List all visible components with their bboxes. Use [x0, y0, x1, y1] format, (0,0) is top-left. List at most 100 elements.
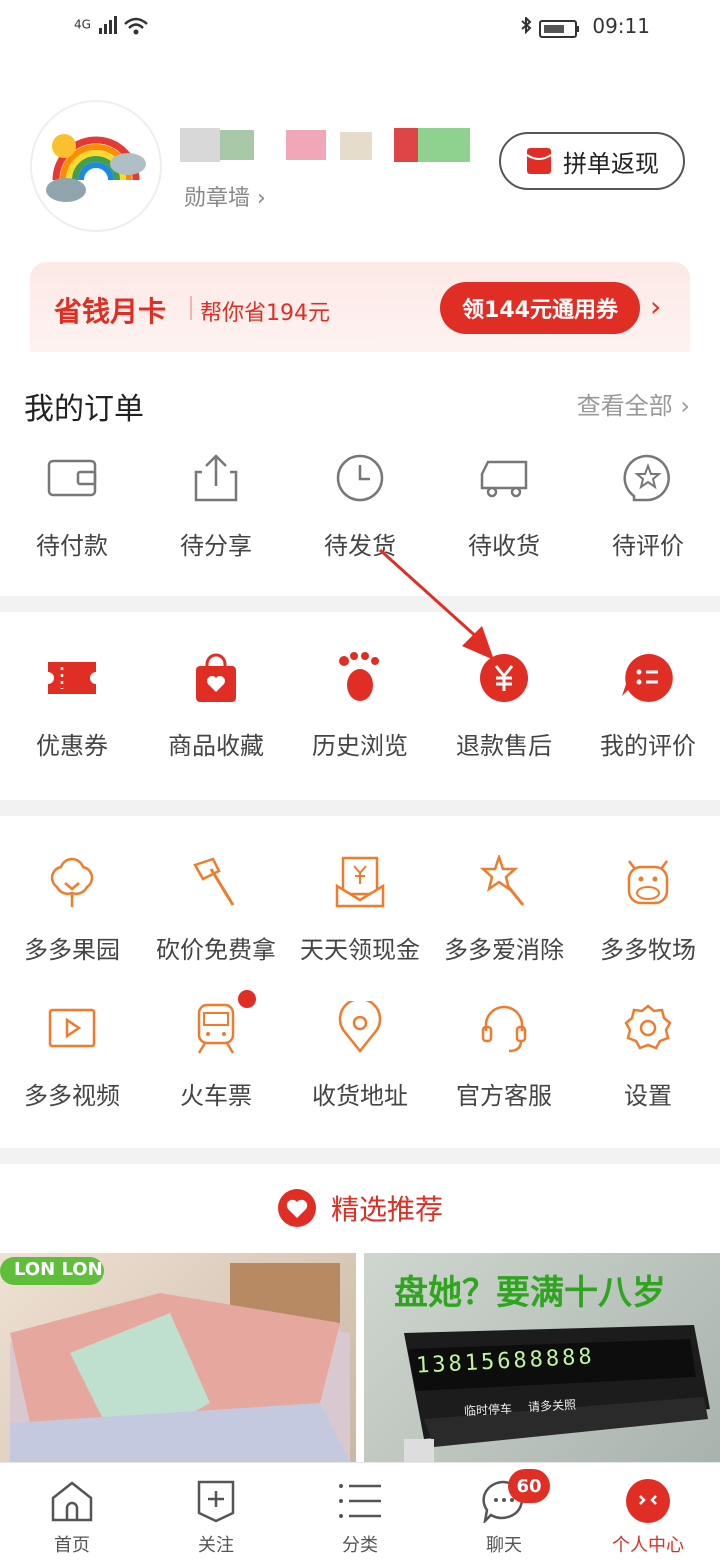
- category-icon: [336, 1477, 384, 1525]
- app-label: 多多视频: [24, 1082, 120, 1110]
- order-label: 待分享: [180, 532, 252, 560]
- wallet-icon: [42, 448, 102, 508]
- nav-label: 分类: [342, 1535, 378, 1556]
- tool-label: 历史浏览: [312, 732, 408, 760]
- truck-icon: [474, 448, 534, 508]
- chevron-right-icon: ›: [257, 186, 266, 211]
- nav-home[interactable]: 首页: [0, 1463, 144, 1560]
- tool-label: 优惠券: [36, 732, 108, 760]
- tool-my-reviews[interactable]: 我的评价: [576, 648, 720, 761]
- status-bar: 4G 09:11: [0, 0, 720, 56]
- nav-profile[interactable]: 个人中心: [576, 1463, 720, 1560]
- app-customer-service[interactable]: 官方客服: [432, 998, 576, 1111]
- apps-row-1: 多多果园 砍价免费拿 天天领现金 多多爱消除 多多牧场: [0, 852, 720, 965]
- view-all-orders-link[interactable]: 查看全部 ›: [577, 386, 690, 421]
- nav-label: 个人中心: [612, 1535, 684, 1556]
- order-pending-shipment[interactable]: 待发货: [288, 448, 432, 561]
- pindan-label: 拼单返现: [563, 149, 659, 178]
- clock-icon: [330, 448, 390, 508]
- app-ranch[interactable]: 多多牧场: [576, 852, 720, 965]
- order-label: 待付款: [36, 532, 108, 560]
- orders-title: 我的订单: [24, 392, 144, 427]
- order-pending-share[interactable]: 待分享: [144, 448, 288, 561]
- nav-category[interactable]: 分类: [288, 1463, 432, 1560]
- tool-label: 商品收藏: [168, 732, 264, 760]
- app-label: 多多爱消除: [444, 936, 564, 964]
- app-label: 天天领现金: [300, 936, 420, 964]
- app-video[interactable]: 多多视频: [0, 998, 144, 1111]
- avatar[interactable]: [30, 100, 162, 232]
- star-wand-icon: [474, 852, 534, 912]
- network-indicator: 4G: [74, 14, 151, 36]
- gear-icon: [618, 998, 678, 1058]
- location-icon: [330, 998, 390, 1058]
- badge-wall-link[interactable]: 勋章墙 ›: [184, 180, 266, 212]
- chevron-right-icon[interactable]: ›: [650, 290, 661, 323]
- chat-unread-badge: 60: [508, 1469, 550, 1503]
- order-pending-review[interactable]: 待评价: [576, 448, 720, 561]
- view-all-label: 查看全部: [576, 392, 673, 420]
- tool-favorites[interactable]: 商品收藏: [144, 648, 288, 761]
- share-icon: [186, 448, 246, 508]
- app-label: 多多果园: [24, 936, 120, 964]
- train-icon: [186, 998, 246, 1058]
- order-label: 待评价: [612, 532, 684, 560]
- savings-card-title: 省钱月卡: [54, 295, 167, 328]
- order-pending-payment[interactable]: 待付款: [0, 448, 144, 561]
- tool-coupons[interactable]: 优惠券: [0, 648, 144, 761]
- network-type: 4G: [74, 17, 91, 32]
- nav-label: 首页: [54, 1535, 90, 1556]
- brand-tag: LON LON: [14, 1259, 103, 1280]
- tools-section: 优惠券 商品收藏 历史浏览 退款售后 我的评价: [0, 548, 720, 800]
- blurred-name-graphic: [180, 128, 470, 162]
- app-train-tickets[interactable]: 火车票: [144, 990, 288, 1111]
- rainbow-avatar-icon: [32, 102, 160, 230]
- cash-envelope-icon: [330, 852, 390, 912]
- bluetooth-battery-icon: [521, 15, 579, 38]
- clock: 09:11: [592, 14, 650, 38]
- home-icon: [48, 1477, 96, 1525]
- tool-label: 我的评价: [600, 732, 696, 760]
- nav-label: 聊天: [486, 1535, 522, 1556]
- product-headline: 盘她？要满十八岁: [394, 1273, 666, 1313]
- app-settings[interactable]: 设置: [576, 998, 720, 1111]
- favorite-bag-icon: [186, 648, 246, 708]
- tool-label: 退款售后: [456, 732, 552, 760]
- app-label: 砍价免费拿: [156, 936, 276, 964]
- pindan-cashback-button[interactable]: 拼单返现: [499, 132, 685, 190]
- apps-row-2: 多多视频 火车票 收货地址 官方客服 设置: [0, 990, 720, 1111]
- app-orchard[interactable]: 多多果园: [0, 852, 144, 965]
- product-card-parking-sign[interactable]: 盘她？要满十八岁 13815688888 临时停车 请多关照: [364, 1253, 720, 1463]
- parking-sign-image: [404, 1325, 710, 1463]
- app-daily-cash[interactable]: 天天领现金: [288, 852, 432, 965]
- app-address[interactable]: 收货地址: [288, 998, 432, 1111]
- apps-section: 多多果园 砍价免费拿 天天领现金 多多爱消除 多多牧场 多多视频 火车票 收货地…: [0, 816, 720, 1148]
- status-right: 09:11: [516, 14, 650, 39]
- app-label: 火车票: [180, 1082, 252, 1110]
- headset-icon: [474, 998, 534, 1058]
- order-status-row: 待付款 待分享 待发货 待收货 待评价: [0, 448, 720, 561]
- caption-left: 临时停车: [463, 1401, 513, 1419]
- towel-stack-image: [0, 1257, 350, 1463]
- red-envelope-icon: [526, 148, 552, 174]
- bottom-nav: 首页 关注 分类 60 聊天 个人中心: [0, 1462, 720, 1560]
- recommend-header: 精选推荐: [0, 1188, 720, 1228]
- nav-follow[interactable]: 关注: [144, 1463, 288, 1560]
- heart-icon: [277, 1189, 316, 1227]
- order-pending-receipt[interactable]: 待收货: [432, 448, 576, 561]
- follow-icon: [192, 1477, 240, 1525]
- app-bargain[interactable]: 砍价免费拿: [144, 852, 288, 965]
- savings-card[interactable]: 省钱月卡 帮你省194元 领144元通用券 ›: [30, 262, 690, 354]
- chat-icon: 60: [480, 1469, 550, 1525]
- notification-dot: [238, 990, 256, 1008]
- app-label: 设置: [624, 1082, 672, 1110]
- nav-chat[interactable]: 60 聊天: [432, 1463, 576, 1560]
- coupon-icon: [42, 648, 102, 708]
- app-match-game[interactable]: 多多爱消除: [432, 852, 576, 965]
- chevron-right-icon: ›: [680, 392, 690, 420]
- comment-list-icon: [618, 648, 678, 708]
- product-card-towels[interactable]: LON LON: [0, 1253, 356, 1463]
- claim-coupon-button[interactable]: 领144元通用券: [440, 282, 640, 334]
- app-label: 收货地址: [312, 1082, 408, 1110]
- username-blurred: [180, 124, 480, 166]
